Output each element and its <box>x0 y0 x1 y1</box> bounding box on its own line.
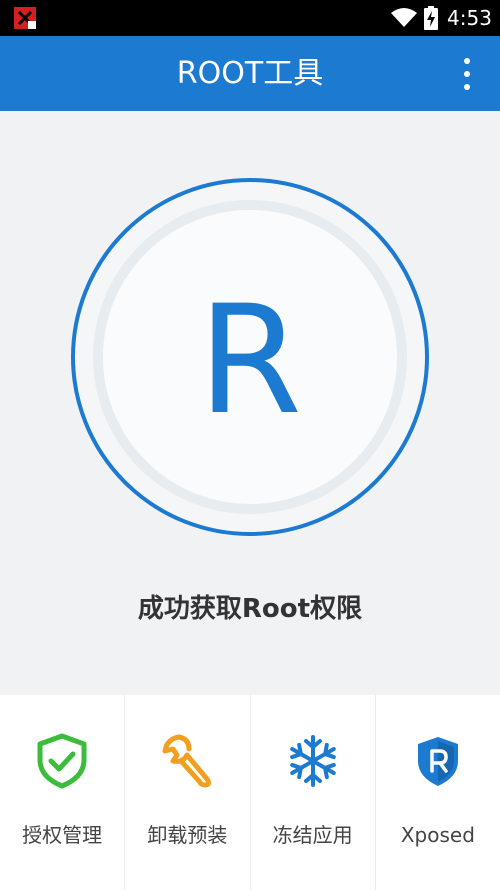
root-logo-letter: R <box>198 274 302 448</box>
xposed-shield-icon <box>417 737 458 786</box>
tool-label: 卸载预装 <box>147 823 228 847</box>
tool-uninstall-preinstalled[interactable]: 卸载预装 <box>125 695 251 890</box>
tool-freeze-apps[interactable]: 冻结应用 <box>251 695 376 890</box>
notification-error-icon <box>14 7 36 29</box>
snowflake-icon <box>289 735 336 787</box>
battery-charging-icon <box>424 6 438 30</box>
overflow-menu-icon[interactable] <box>452 54 482 94</box>
tool-authorization-management[interactable]: 授权管理 <box>0 695 126 890</box>
status-bar: 4:53 <box>0 0 500 36</box>
tool-label: Xposed <box>400 823 475 847</box>
root-status-text: 成功获取Root权限 <box>137 594 363 624</box>
root-status-circle[interactable]: R <box>70 177 430 537</box>
shield-check-icon <box>37 733 87 789</box>
tool-label: 冻结应用 <box>272 823 353 847</box>
status-time: 4:53 <box>447 6 492 30</box>
app-bar: ROOT工具 <box>0 36 500 111</box>
app-title: ROOT工具 <box>176 56 324 91</box>
main-panel: R 成功获取Root权限 <box>0 111 500 695</box>
tool-label: 授权管理 <box>22 823 103 847</box>
wrench-icon <box>162 734 212 788</box>
wifi-icon <box>391 8 417 27</box>
tool-bar: 授权管理 卸载预装 冻结应用 Xposed <box>0 695 500 890</box>
tool-xposed[interactable]: Xposed <box>376 695 500 890</box>
